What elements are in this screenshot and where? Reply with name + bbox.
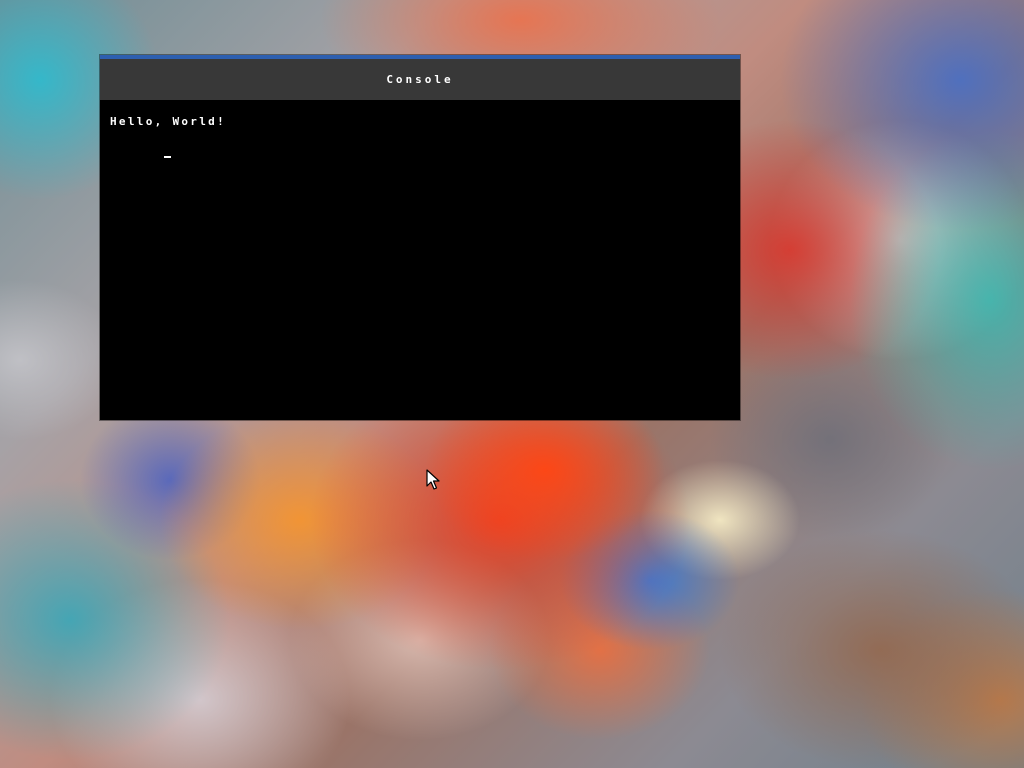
window-title: Console (386, 73, 454, 86)
terminal-prompt-line[interactable] (110, 130, 730, 179)
console-window[interactable]: Console Hello, World! (100, 55, 740, 420)
text-cursor (163, 156, 171, 158)
window-titlebar[interactable]: Console (100, 59, 740, 100)
arrow-cursor-icon (426, 469, 440, 490)
terminal-output[interactable]: Hello, World! (100, 100, 740, 179)
terminal-line: Hello, World! (110, 115, 226, 128)
